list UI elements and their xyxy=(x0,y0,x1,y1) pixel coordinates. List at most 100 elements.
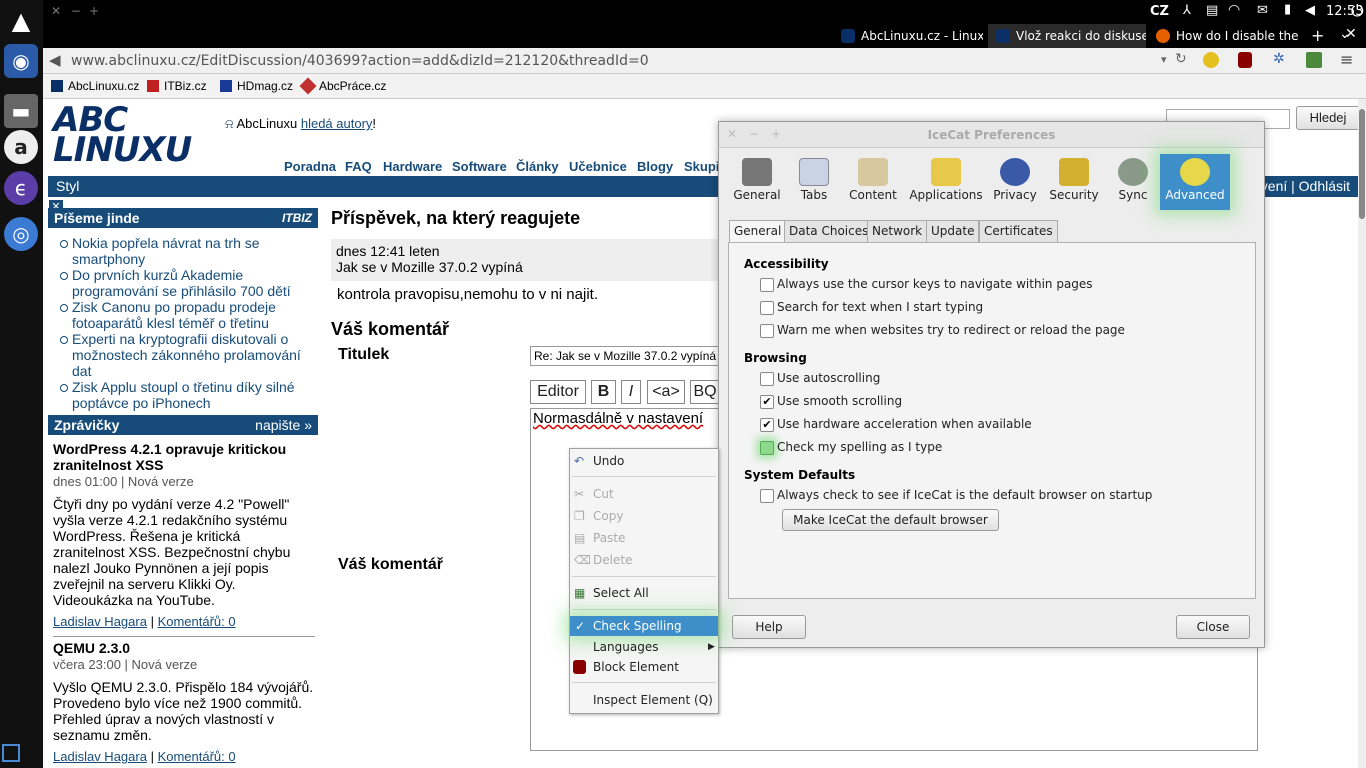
site-search-button[interactable]: Hledej xyxy=(1296,106,1360,130)
news-title[interactable]: WordPress 4.2.1 opravuje kritickou zrani… xyxy=(53,441,315,473)
make-default-button[interactable]: Make IceCat the default browser xyxy=(782,509,999,531)
list-item[interactable]: Do prvních kurzů Akademie programování s… xyxy=(54,267,316,299)
news-author[interactable]: Ladislav Hagara xyxy=(53,749,147,764)
checkbox-autoscroll[interactable] xyxy=(760,372,774,386)
list-item[interactable]: Zisk Applu stoupl o třetinu díky silné p… xyxy=(54,379,316,411)
window-minimize-icon[interactable]: − xyxy=(71,4,81,18)
checkbox-label[interactable]: Use autoscrolling xyxy=(777,371,880,385)
list-item[interactable]: Experti na kryptografii diskutovali o mo… xyxy=(54,331,316,379)
window-close-icon[interactable]: ✕ xyxy=(1345,26,1357,42)
ublock-icon[interactable] xyxy=(1238,52,1252,68)
reload-icon[interactable]: ↻ xyxy=(1175,51,1187,67)
browser-app-icon[interactable]: ◉ xyxy=(4,44,38,78)
category-security[interactable]: Security xyxy=(1046,156,1102,208)
italic-button[interactable]: I xyxy=(621,380,641,404)
blockquote-button[interactable]: BQ xyxy=(690,380,720,404)
tab-network[interactable]: Network xyxy=(867,220,928,242)
new-tab-icon[interactable]: + xyxy=(1311,26,1324,45)
emacs-app-icon[interactable]: ϵ xyxy=(4,171,38,205)
styl-link[interactable]: Styl xyxy=(56,176,79,197)
checkbox-label[interactable]: Check my spelling as I type xyxy=(777,440,942,454)
link-button[interactable]: <a> xyxy=(647,380,685,404)
category-tabs[interactable]: Tabs xyxy=(786,156,842,208)
tab-data-choices[interactable]: Data Choices xyxy=(784,220,874,242)
menu-select-all[interactable]: ▦ Select All xyxy=(570,583,718,603)
chromium-app-icon[interactable]: ◎ xyxy=(4,217,38,251)
menu-faq[interactable]: FAQ xyxy=(345,159,372,174)
category-general[interactable]: General xyxy=(729,156,785,208)
workspace-switcher-icon[interactable] xyxy=(2,744,20,762)
news-title[interactable]: QEMU 2.3.0 xyxy=(53,640,315,656)
checkbox[interactable] xyxy=(760,324,774,338)
tab-update[interactable]: Update xyxy=(926,220,980,242)
category-sync[interactable]: Sync xyxy=(1105,156,1161,208)
checkbox-smooth-scroll[interactable]: ✔ xyxy=(760,395,774,409)
category-advanced[interactable]: Advanced xyxy=(1160,154,1230,210)
menu-languages[interactable]: Languages ▶ xyxy=(570,637,718,657)
window-maximize-icon[interactable]: + xyxy=(89,4,99,18)
menu-check-spelling[interactable]: ✓ Check Spelling xyxy=(570,616,718,636)
developer-icon[interactable] xyxy=(1306,52,1322,68)
tagline-link[interactable]: hledá autory xyxy=(301,116,373,131)
checkbox-label[interactable]: Use smooth scrolling xyxy=(777,394,902,408)
checkbox-label[interactable]: Always use the cursor keys to navigate w… xyxy=(777,277,1093,291)
bookmark-itbiz[interactable]: ITBiz.cz xyxy=(147,79,207,93)
page-scrollbar[interactable] xyxy=(1358,99,1366,768)
tab-general[interactable]: General xyxy=(729,220,787,243)
checkbox[interactable] xyxy=(760,278,774,292)
category-content[interactable]: Content xyxy=(845,156,901,208)
history-dropdown-icon[interactable]: ▾ xyxy=(1161,53,1167,66)
checkbox[interactable] xyxy=(760,301,774,315)
noscript-icon[interactable] xyxy=(1203,52,1219,68)
menu-clanky[interactable]: Články xyxy=(516,159,559,174)
bold-button[interactable]: B xyxy=(591,380,616,404)
wifi-icon[interactable]: ◠ xyxy=(1228,2,1240,18)
user-links[interactable]: avení | Odhlásit xyxy=(1253,176,1350,197)
scrollbar-thumb[interactable] xyxy=(1359,109,1365,219)
menu-paste[interactable]: ▤ Paste xyxy=(570,528,718,548)
clipboard-icon[interactable]: ▤ xyxy=(1206,3,1218,18)
bookmark-hdmag[interactable]: HDmag.cz xyxy=(220,79,293,93)
menu-blogy[interactable]: Blogy xyxy=(637,159,673,174)
menu-cut[interactable]: ✂ Cut xyxy=(570,484,718,504)
checkbox-hw-accel[interactable]: ✔ xyxy=(760,418,774,432)
power-icon[interactable]: ⏻ xyxy=(1351,1,1364,21)
menu-icon[interactable]: ≡ xyxy=(1340,50,1353,69)
checkbox-spellcheck[interactable] xyxy=(760,441,774,455)
keyboard-layout[interactable]: CZ xyxy=(1150,4,1169,19)
news-comments[interactable]: Komentářů: 0 xyxy=(158,749,236,764)
menu-ucebnice[interactable]: Učebnice xyxy=(569,159,627,174)
url-bar[interactable]: www.abclinuxu.cz/EditDiscussion/403699?a… xyxy=(71,50,1166,72)
list-item[interactable]: Nokia popřela návrat na trh se smartphon… xyxy=(54,235,316,267)
menu-hardware[interactable]: Hardware xyxy=(383,159,442,174)
site-logo[interactable]: ABC LINUXU xyxy=(53,103,192,167)
mail-icon[interactable]: ✉ xyxy=(1257,3,1268,18)
news-comments[interactable]: Komentářů: 0 xyxy=(158,614,236,629)
app-menu-icon[interactable]: ▲ xyxy=(4,4,38,38)
category-applications[interactable]: Applications xyxy=(909,156,983,208)
back-icon[interactable]: ◀ xyxy=(49,51,61,69)
checkbox-label[interactable]: Search for text when I start typing xyxy=(777,300,983,314)
window-close-icon[interactable]: ✕ xyxy=(51,4,61,18)
update-icon[interactable]: ⅄ xyxy=(1183,3,1191,18)
amazon-app-icon[interactable]: a xyxy=(4,130,38,164)
checkbox-label[interactable]: Always check to see if IceCat is the def… xyxy=(777,488,1152,502)
napiste-link[interactable]: napište » xyxy=(255,415,312,435)
menu-delete[interactable]: ⌫ Delete xyxy=(570,550,718,570)
checkbox-label[interactable]: Use hardware acceleration when available xyxy=(777,417,1032,431)
tab-vloz-reakci[interactable]: Vlož reakci do diskuse xyxy=(988,24,1146,48)
menu-block-element[interactable]: Block Element xyxy=(570,657,718,677)
tab-abclinuxu[interactable]: AbcLinuxu.cz - Linux na s... xyxy=(833,24,983,48)
menu-copy[interactable]: ❐ Copy xyxy=(570,506,718,526)
bookmark-abclinuxu[interactable]: AbcLinuxu.cz xyxy=(51,79,139,93)
editor-button[interactable]: Editor xyxy=(530,380,586,404)
close-button[interactable]: Close xyxy=(1176,615,1250,639)
checkbox-label[interactable]: Warn me when websites try to redirect or… xyxy=(777,323,1125,337)
tab-how-do-i-disable[interactable]: How do I disable the aut... xyxy=(1148,24,1298,48)
tab-certificates[interactable]: Certificates xyxy=(979,220,1058,242)
help-button[interactable]: Help xyxy=(732,615,806,639)
list-item[interactable]: Zisk Canonu po propadu prodeje fotoapará… xyxy=(54,299,316,331)
menu-inspect-element[interactable]: Inspect Element (Q) xyxy=(570,690,718,710)
volume-icon[interactable]: ◀ xyxy=(1305,3,1315,18)
menu-software[interactable]: Software xyxy=(452,159,507,174)
